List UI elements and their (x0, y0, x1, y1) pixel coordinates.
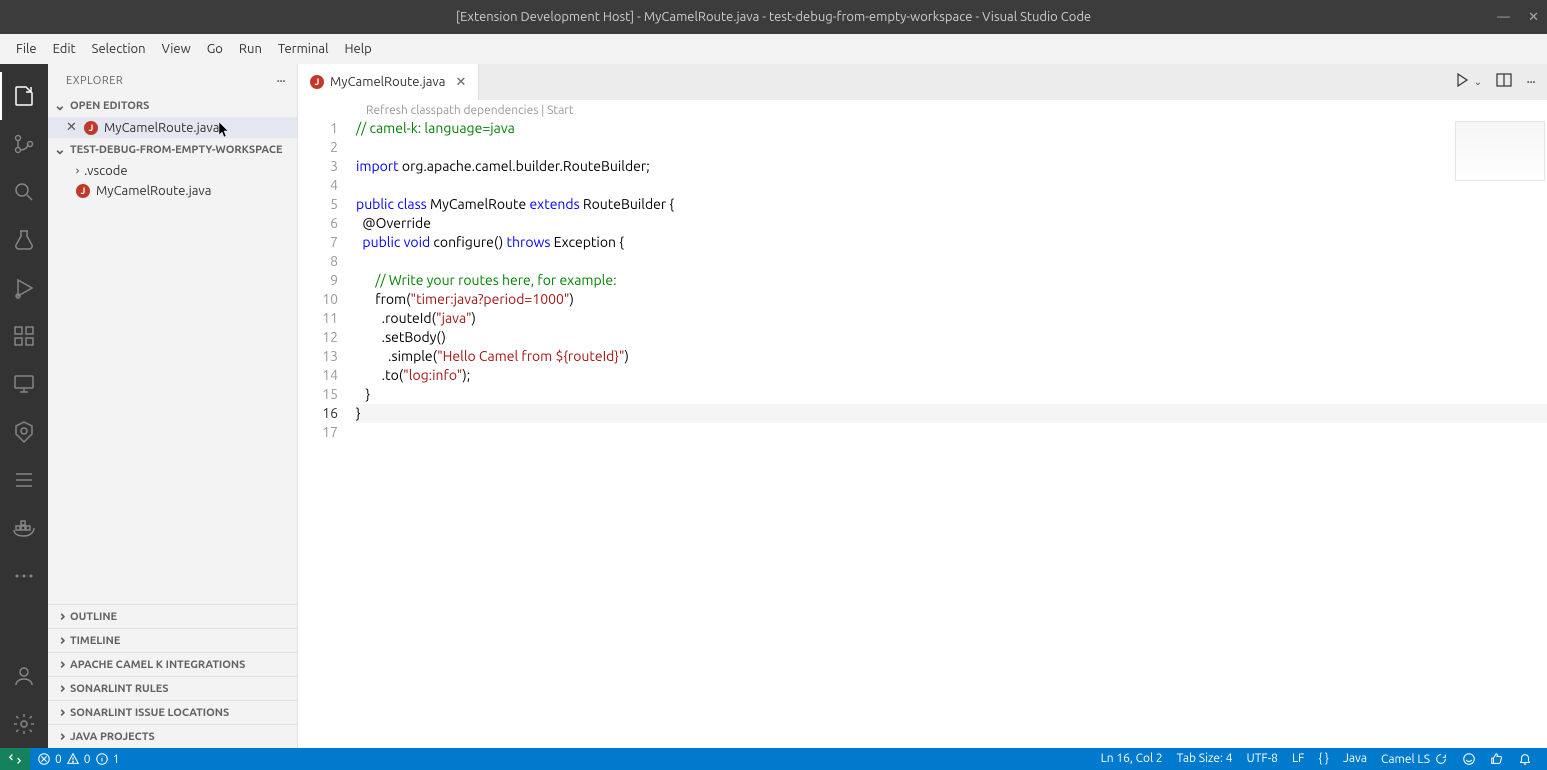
extensions-icon[interactable] (0, 312, 48, 360)
warning-count: 0 (84, 753, 91, 766)
editor-tab[interactable]: J MyCamelRoute.java ✕ (298, 64, 479, 100)
section-java-projects[interactable]: ⌄JAVA PROJECTS (48, 724, 297, 748)
tab-bar: J MyCamelRoute.java ✕ ⌄ ··· (298, 64, 1547, 100)
menu-item-selection[interactable]: Selection (84, 38, 154, 60)
tab-more-icon[interactable]: ··· (1526, 73, 1535, 91)
language-brace[interactable]: { } (1311, 752, 1336, 765)
java-file-icon: J (310, 75, 324, 89)
open-editor-filename: MyCamelRoute.java (104, 121, 219, 135)
section-sonarlint-issue-locations[interactable]: ⌄SONARLINT ISSUE LOCATIONS (48, 700, 297, 724)
account-icon[interactable] (0, 652, 48, 700)
tab-actions: ⌄ ··· (1442, 64, 1547, 100)
list-icon[interactable] (0, 456, 48, 504)
close-tab-icon[interactable]: ✕ (455, 75, 466, 90)
close-window-button[interactable]: ✕ (1528, 10, 1539, 25)
section-timeline[interactable]: ⌄TIMELINE (48, 628, 297, 652)
sidebar: EXPLORER ··· ⌄ OPEN EDITORS ✕ J MyCamelR… (48, 64, 298, 748)
search-icon[interactable] (0, 168, 48, 216)
run-debug-icon[interactable] (0, 264, 48, 312)
folder-name: .vscode (84, 164, 128, 178)
chevron-right-icon: ⌄ (52, 683, 69, 695)
code-lens[interactable]: Refresh classpath dependencies | Start (298, 100, 1547, 119)
file-item-java[interactable]: J MyCamelRoute.java (48, 181, 297, 201)
encoding[interactable]: UTF-8 (1240, 752, 1285, 765)
code-content[interactable]: // camel-k: language=java import org.apa… (356, 119, 1547, 748)
language-mode[interactable]: Java (1336, 752, 1374, 765)
sidebar-more-icon[interactable]: ··· (276, 72, 285, 90)
minimize-button[interactable]: — (1497, 10, 1510, 25)
notifications-icon[interactable] (1511, 752, 1539, 766)
open-editors-label: OPEN EDITORS (70, 100, 149, 112)
menu-item-help[interactable]: Help (336, 38, 379, 60)
remote-explorer-icon[interactable] (0, 360, 48, 408)
kubernetes-icon[interactable] (0, 408, 48, 456)
window-title: [Extension Development Host] - MyCamelRo… (456, 10, 1091, 24)
menu-item-view[interactable]: View (154, 38, 199, 60)
feedback-icon[interactable] (1455, 752, 1483, 766)
split-editor-icon[interactable] (1496, 72, 1512, 92)
sidebar-header: EXPLORER ··· (48, 64, 297, 94)
workspace-label: TEST-DEBUG-FROM-EMPTY-WORKSPACE (70, 144, 283, 156)
activity-bar (0, 64, 48, 748)
status-bar: 0 0 1 Ln 16, Col 2 Tab Size: 4 UTF-8 LF … (0, 748, 1547, 770)
more-icon[interactable] (0, 552, 48, 600)
menu-item-edit[interactable]: Edit (45, 38, 84, 60)
java-file-icon: J (84, 121, 98, 135)
folder-item-vscode[interactable]: ⌄ .vscode (48, 161, 297, 181)
close-editor-icon[interactable]: ✕ (66, 120, 80, 135)
test-icon[interactable] (0, 216, 48, 264)
explorer-title: EXPLORER (66, 75, 123, 87)
run-dropdown[interactable]: ⌄ (1474, 76, 1482, 88)
window-controls: — ✕ (1497, 10, 1539, 25)
minimap[interactable] (1427, 119, 1547, 748)
eol[interactable]: LF (1285, 752, 1311, 765)
chevron-right-icon: ⌄ (52, 731, 69, 743)
error-count: 0 (55, 753, 62, 766)
problems-status[interactable]: 0 0 1 (30, 748, 126, 770)
settings-gear-icon[interactable] (0, 700, 48, 748)
title-bar: [Extension Development Host] - MyCamelRo… (0, 0, 1547, 34)
thumbs-up-icon[interactable] (1483, 752, 1511, 766)
tab-filename: MyCamelRoute.java (330, 75, 445, 89)
section-outline[interactable]: ⌄OUTLINE (48, 604, 297, 628)
section-apache-camel-k-integrations[interactable]: ⌄APACHE CAMEL K INTEGRATIONS (48, 652, 297, 676)
menu-item-run[interactable]: Run (231, 38, 270, 60)
chevron-right-icon: ⌄ (52, 611, 69, 623)
cursor-position[interactable]: Ln 16, Col 2 (1094, 752, 1170, 765)
java-file-icon: J (76, 184, 90, 198)
menu-item-go[interactable]: Go (199, 38, 231, 60)
section-sonarlint-rules[interactable]: ⌄SONARLINT RULES (48, 676, 297, 700)
run-button[interactable] (1454, 72, 1470, 92)
remote-indicator[interactable] (0, 748, 30, 770)
workspace-section[interactable]: ⌄ TEST-DEBUG-FROM-EMPTY-WORKSPACE (48, 138, 297, 161)
line-gutter: 1234567891011121314151617 (298, 119, 356, 748)
explorer-icon[interactable] (0, 72, 48, 120)
editor-area: J MyCamelRoute.java ✕ ⌄ ··· Refresh clas… (298, 64, 1547, 748)
open-editor-file[interactable]: ✕ J MyCamelRoute.java (48, 117, 297, 138)
menu-item-file[interactable]: File (8, 38, 45, 60)
chevron-down-icon: ⌄ (54, 141, 66, 158)
open-editors-section[interactable]: ⌄ OPEN EDITORS (48, 94, 297, 117)
editor-body[interactable]: 1234567891011121314151617 // camel-k: la… (298, 119, 1547, 748)
camel-ls-status[interactable]: Camel LS (1374, 752, 1455, 766)
chevron-right-icon: ⌄ (52, 659, 69, 671)
source-control-icon[interactable] (0, 120, 48, 168)
info-count: 1 (113, 753, 120, 766)
chevron-right-icon: ⌄ (52, 707, 69, 719)
tree-filename: MyCamelRoute.java (96, 184, 211, 198)
menu-bar: FileEditSelectionViewGoRunTerminalHelp (0, 34, 1547, 64)
chevron-down-icon: ⌄ (54, 97, 66, 114)
tab-size[interactable]: Tab Size: 4 (1170, 752, 1240, 765)
main-area: EXPLORER ··· ⌄ OPEN EDITORS ✕ J MyCamelR… (0, 64, 1547, 748)
chevron-right-icon: ⌄ (52, 635, 69, 647)
docker-icon[interactable] (0, 504, 48, 552)
chevron-right-icon: ⌄ (68, 166, 82, 176)
menu-item-terminal[interactable]: Terminal (270, 38, 337, 60)
